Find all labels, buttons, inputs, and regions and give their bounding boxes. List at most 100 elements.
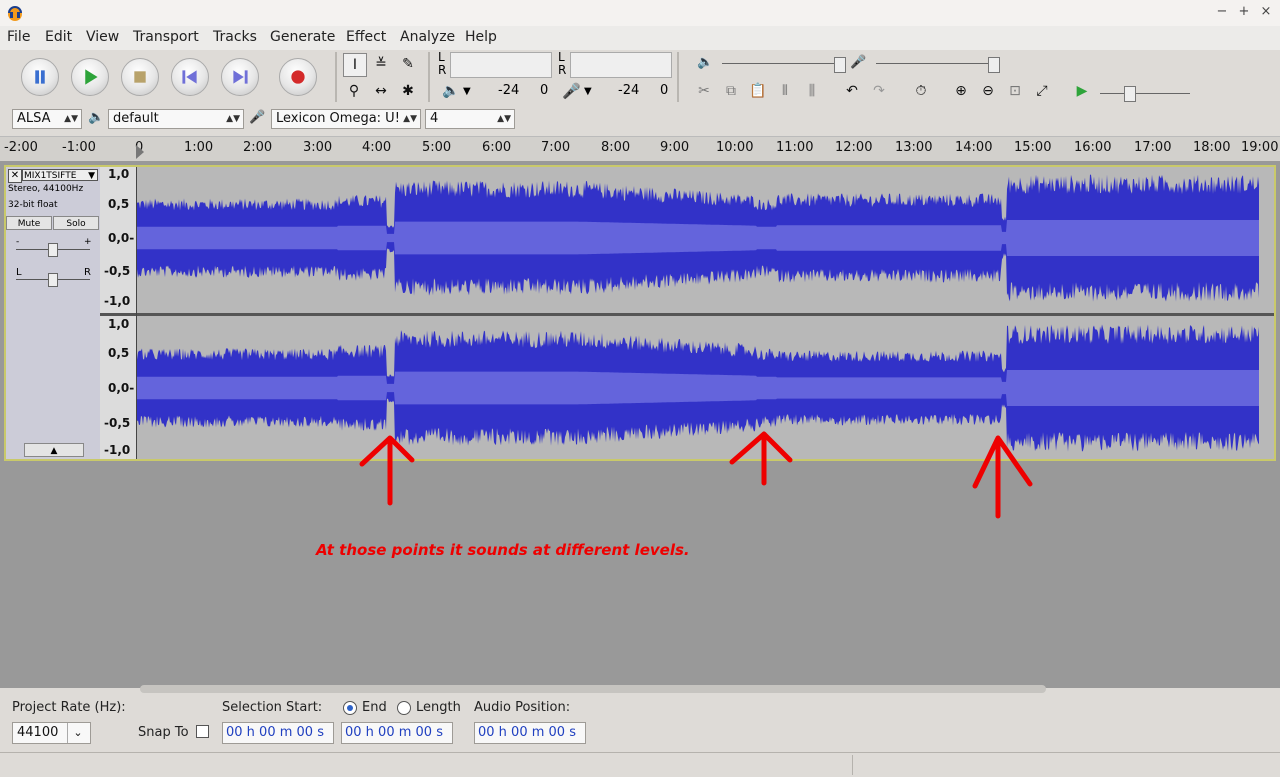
menu-generate[interactable]: Generate [270,29,335,45]
annotation-text: At those points it sounds at different l… [316,541,690,559]
fit-selection-icon[interactable]: ⊡ [1004,80,1026,102]
skip-to-start-button[interactable] [171,58,209,96]
close-track-icon[interactable]: ✕ [8,169,22,183]
record-meter[interactable] [570,52,672,78]
cut-icon[interactable]: ✂ [693,80,715,102]
play-speed-slider[interactable] [1100,93,1190,94]
snap-to-label: Snap To [138,725,189,740]
menu-tracks[interactable]: Tracks [213,29,257,45]
multi-tool-icon[interactable]: ✱ [397,80,419,102]
envelope-tool-icon[interactable]: ≚ [370,53,392,75]
ruler-label: 15:00 [1014,140,1052,155]
record-db-label: -24 [618,83,640,98]
skip-to-end-button[interactable] [221,58,259,96]
meter-l-label: L [558,50,565,64]
pan-slider-thumb[interactable] [48,273,58,287]
pan-left-label: L [16,267,22,278]
selection-start-time[interactable]: 00 h 00 m 00 s [222,722,334,744]
record-button[interactable] [279,58,317,96]
ruler-label: 9:00 [660,140,690,155]
mute-button[interactable]: Mute [6,216,52,230]
chevron-down-icon[interactable]: ▼ [584,86,592,97]
playback-meter[interactable] [450,52,552,78]
selection-toolbar: Project Rate (Hz): 44100 ⌄ Snap To Select… [0,694,1280,750]
zoom-tool-icon[interactable]: ⚲ [343,80,365,102]
record-volume-slider[interactable] [876,63,1000,64]
ruler-label: 16:00 [1074,140,1112,155]
ruler-label: 18:00 [1193,140,1231,155]
end-radio[interactable] [343,701,357,715]
menu-edit[interactable]: Edit [45,29,72,45]
ruler-label: 4:00 [362,140,392,155]
audacity-logo-icon [8,6,22,21]
ruler-label: 11:00 [776,140,814,155]
playback-device-select[interactable]: default ▲▼ [108,109,244,129]
pause-button[interactable] [21,58,59,96]
solo-button[interactable]: Solo [53,216,99,230]
track-menu-button[interactable]: MIX1TSIFTE ▼ [22,169,98,181]
menu-help[interactable]: Help [465,29,497,45]
arrow-icon [359,435,415,506]
recording-device-value: Lexicon Omega: U! [276,111,400,126]
paste-icon[interactable]: 📋 [747,80,769,102]
project-rate-select[interactable]: 44100 ⌄ [12,722,91,744]
chevron-up-icon: ▲ [50,446,58,456]
recording-device-select[interactable]: Lexicon Omega: U! ▲▼ [271,109,421,129]
record-volume-thumb[interactable] [988,57,1000,73]
redo-icon[interactable]: ↷ [868,80,890,102]
menu-analyze[interactable]: Analyze [400,29,455,45]
ruler-label: 10:00 [716,140,754,155]
audio-position-time[interactable]: 00 h 00 m 00 s [474,722,586,744]
track-bits-label: 32-bit float [8,200,58,210]
end-label: End [362,700,387,715]
toolbar-separator [335,52,337,102]
sync-lock-icon[interactable]: ⏱ [910,80,932,102]
copy-icon[interactable]: ⧉ [720,80,742,102]
playback-volume-thumb[interactable] [834,57,846,73]
ruler-label: 13:00 [895,140,933,155]
selection-end-value: 00 h 00 m 00 s [345,725,443,740]
length-radio[interactable] [397,701,411,715]
chevron-down-icon[interactable]: ▼ [463,86,471,97]
minimize-button[interactable]: − [1212,4,1232,19]
stop-button[interactable] [121,58,159,96]
selection-end-time[interactable]: 00 h 00 m 00 s [341,722,453,744]
close-button[interactable]: × [1256,4,1276,19]
playback-db-label: -24 [498,83,520,98]
timeshift-tool-icon[interactable]: ↔ [370,80,392,102]
gain-slider-thumb[interactable] [48,243,58,257]
toolbar-separator [677,52,679,102]
draw-tool-icon[interactable]: ✎ [397,53,419,75]
amplitude-ruler: 1,0 0,5 0,0- -0,5 -1,0 1,0 0,5 0,0- -0,5… [100,167,137,459]
microphone-icon: 🎤 [850,55,867,70]
timeline-ruler[interactable]: -2:00 -1:00 0 1:00 2:00 3:00 4:00 5:00 6… [0,136,1280,162]
audio-position-value: 00 h 00 m 00 s [478,725,576,740]
playback-volume-slider[interactable] [722,63,846,64]
menu-view[interactable]: View [86,29,119,45]
undo-icon[interactable]: ↶ [841,80,863,102]
maximize-button[interactable]: + [1234,4,1254,19]
speaker-icon[interactable]: 🔈 [442,83,459,99]
horizontal-scrollbar[interactable] [140,685,1046,693]
menu-effect[interactable]: Effect [346,29,386,45]
play-button[interactable] [71,58,109,96]
volume-icon: 🔈 [697,55,714,70]
collapse-track-button[interactable]: ▲ [24,443,84,457]
channels-select[interactable]: 4 ▲▼ [425,109,515,129]
microphone-icon[interactable]: 🎤 [562,82,581,100]
menu-file[interactable]: File [7,29,30,45]
zoom-out-icon[interactable]: ⊖ [977,80,999,102]
play-at-speed-icon[interactable]: ▶ [1071,80,1093,102]
menu-transport[interactable]: Transport [133,29,199,45]
zoom-in-icon[interactable]: ⊕ [950,80,972,102]
audio-host-select[interactable]: ALSA ▲▼ [12,109,82,129]
silence-icon[interactable]: ⫼ [801,80,823,102]
trim-icon[interactable]: ⫴ [774,80,796,102]
selection-tool-icon[interactable]: I [343,53,367,77]
pan-right-label: R [84,267,91,278]
fit-project-icon[interactable]: ⤢ [1031,80,1053,102]
play-speed-thumb[interactable] [1124,86,1136,102]
snap-to-checkbox[interactable] [196,725,209,738]
chevron-updown-icon: ▲▼ [64,114,78,124]
waveform-display[interactable] [137,167,1274,459]
